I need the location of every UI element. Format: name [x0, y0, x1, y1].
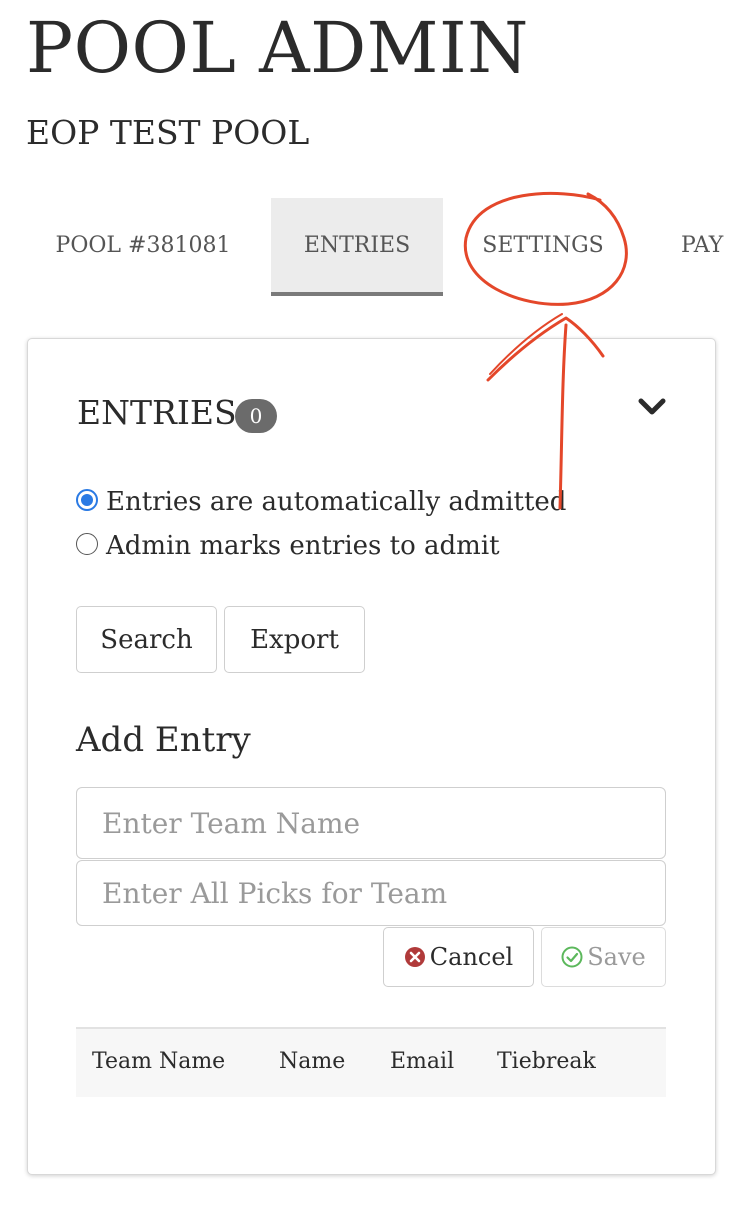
radio-option-auto-admit[interactable]: Entries are automatically admitted: [76, 485, 566, 519]
x-circle-icon: [404, 947, 425, 967]
entries-count-badge: 0: [235, 399, 277, 433]
entries-table-header: Team Name Name Email Tiebreak: [76, 1027, 666, 1097]
page-title: POOL ADMIN: [26, 7, 529, 89]
radio-button[interactable]: [76, 533, 98, 555]
radio-button-checked[interactable]: [76, 489, 98, 511]
export-button[interactable]: Export: [224, 606, 365, 673]
column-header-email[interactable]: Email: [390, 1029, 454, 1095]
entries-title: ENTRIES: [77, 393, 237, 432]
radio-option-admin-marks[interactable]: Admin marks entries to admit: [76, 529, 500, 563]
tab-settings[interactable]: SETTINGS: [462, 198, 624, 294]
tab-pay[interactable]: PAY: [681, 198, 738, 294]
pool-name: EOP TEST POOL: [26, 113, 310, 152]
team-picks-input[interactable]: [76, 860, 666, 926]
add-entry-heading: Add Entry: [76, 720, 251, 760]
save-label: Save: [587, 943, 646, 971]
search-button[interactable]: Search: [76, 606, 217, 673]
entries-card: ENTRIES 0 Entries are automatically admi…: [27, 338, 716, 1175]
column-header-team-name[interactable]: Team Name: [92, 1029, 225, 1095]
check-circle-icon: [561, 946, 583, 968]
column-header-name[interactable]: Name: [279, 1029, 345, 1095]
save-button[interactable]: Save: [541, 927, 666, 987]
tab-entries[interactable]: ENTRIES: [271, 198, 443, 296]
cancel-button[interactable]: Cancel: [383, 927, 534, 987]
radio-label-admin-marks: Admin marks entries to admit: [106, 531, 500, 561]
column-header-tiebreak[interactable]: Tiebreak: [497, 1029, 596, 1095]
cancel-label: Cancel: [429, 943, 514, 971]
tab-bar: POOL #381081 ENTRIES SETTINGS PAY: [0, 198, 738, 298]
team-name-input[interactable]: [76, 787, 666, 859]
tab-pool-number[interactable]: POOL #381081: [36, 198, 250, 294]
radio-label-auto-admit: Entries are automatically admitted: [106, 487, 567, 517]
chevron-down-icon[interactable]: [637, 395, 667, 419]
